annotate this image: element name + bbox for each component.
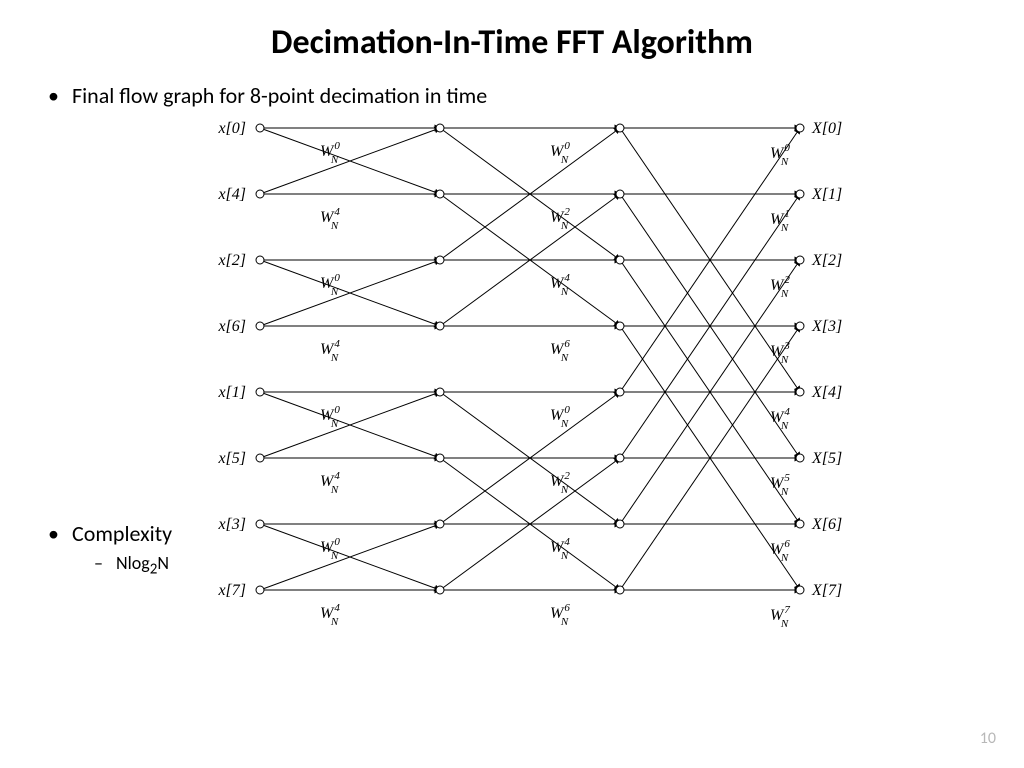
svg-text:W0N: W0N xyxy=(320,536,340,562)
svg-text:x[5]: x[5] xyxy=(217,450,246,467)
svg-text:W6N: W6N xyxy=(550,602,570,628)
svg-text:W6N: W6N xyxy=(770,538,790,564)
svg-text:X[7]: X[7] xyxy=(811,582,842,599)
svg-text:W0N: W0N xyxy=(320,272,340,298)
svg-text:W4N: W4N xyxy=(320,206,340,232)
svg-text:X[1]: X[1] xyxy=(811,186,842,203)
svg-text:W1N: W1N xyxy=(770,208,790,234)
svg-text:W4N: W4N xyxy=(550,272,570,298)
page-number: 10 xyxy=(980,729,996,748)
slide: Decimation-In-Time FFT Algorithm Final f… xyxy=(0,0,1024,768)
svg-text:W0N: W0N xyxy=(550,140,570,166)
svg-text:x[7]: x[7] xyxy=(217,582,246,599)
svg-text:W4N: W4N xyxy=(770,406,790,432)
svg-text:x[6]: x[6] xyxy=(217,318,246,335)
bullet-complexity-sub: Nlog2N xyxy=(116,552,169,579)
slide-title: Decimation-In-Time FFT Algorithm xyxy=(0,22,1024,63)
svg-text:W2N: W2N xyxy=(550,470,570,496)
svg-text:X[6]: X[6] xyxy=(811,516,842,533)
svg-text:W4N: W4N xyxy=(550,536,570,562)
bullet-flowgraph: Final flow graph for 8-point decimation … xyxy=(72,82,487,109)
bullet-complexity: Complexity xyxy=(72,520,172,547)
svg-text:W5N: W5N xyxy=(770,472,790,498)
svg-text:W2N: W2N xyxy=(770,274,790,300)
svg-text:X[4]: X[4] xyxy=(811,384,842,401)
svg-text:x[1]: x[1] xyxy=(217,384,246,401)
svg-text:x[3]: x[3] xyxy=(217,516,246,533)
svg-text:X[2]: X[2] xyxy=(811,252,842,269)
fft-flow-graph: x[0] X[0] x[4] X[1] x[2] X[2] x[6] X[3] x[1] X[4]… xyxy=(200,112,880,652)
svg-text:W0N: W0N xyxy=(320,404,340,430)
svg-text:x[4]: x[4] xyxy=(217,186,246,203)
svg-text:W3N: W3N xyxy=(770,340,790,366)
svg-text:X[3]: X[3] xyxy=(811,318,842,335)
svg-text:W6N: W6N xyxy=(550,338,570,364)
svg-text:W0N: W0N xyxy=(550,404,570,430)
svg-text:x[0]: x[0] xyxy=(217,120,246,137)
svg-text:X[5]: X[5] xyxy=(811,450,842,467)
svg-text:X[0]: X[0] xyxy=(811,120,842,137)
svg-text:W0N: W0N xyxy=(320,140,340,166)
svg-text:W4N: W4N xyxy=(320,602,340,628)
svg-text:W4N: W4N xyxy=(320,338,340,364)
svg-text:W7N: W7N xyxy=(770,604,790,630)
svg-text:W0N: W0N xyxy=(770,142,790,168)
svg-text:W4N: W4N xyxy=(320,470,340,496)
svg-text:W2N: W2N xyxy=(550,206,570,232)
svg-text:x[2]: x[2] xyxy=(217,252,246,269)
